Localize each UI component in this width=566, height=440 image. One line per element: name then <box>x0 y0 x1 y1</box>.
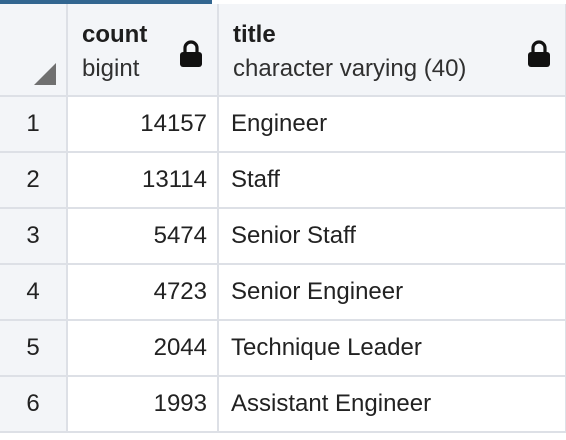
row-number[interactable]: 3 <box>0 208 68 265</box>
row-number[interactable]: 5 <box>0 320 68 377</box>
cell-title[interactable]: Assistant Engineer <box>218 376 566 433</box>
header-row: count bigint title character varying (40… <box>0 4 566 97</box>
results-grid: count bigint title character varying (40… <box>0 4 566 433</box>
lock-icon <box>180 40 202 67</box>
cell-count[interactable]: 14157 <box>67 96 219 153</box>
table-row[interactable]: 3 5474 Senior Staff <box>0 208 566 265</box>
cell-title[interactable]: Senior Staff <box>218 208 566 265</box>
cell-count[interactable]: 13114 <box>67 152 219 209</box>
table-row[interactable]: 2 13114 Staff <box>0 152 566 209</box>
lock-icon <box>528 40 550 67</box>
column-type: character varying (40) <box>233 55 467 82</box>
select-all-corner[interactable] <box>0 4 68 97</box>
row-number[interactable]: 1 <box>0 96 68 153</box>
cell-title[interactable]: Staff <box>218 152 566 209</box>
table-row[interactable]: 4 4723 Senior Engineer <box>0 264 566 321</box>
cell-count[interactable]: 4723 <box>67 264 219 321</box>
column-name: title <box>233 21 276 48</box>
cell-title[interactable]: Engineer <box>218 96 566 153</box>
table-row[interactable]: 5 2044 Technique Leader <box>0 320 566 377</box>
column-header-count[interactable]: count bigint <box>67 4 219 97</box>
row-number[interactable]: 4 <box>0 264 68 321</box>
column-header-title[interactable]: title character varying (40) <box>218 4 566 97</box>
table-row[interactable]: 6 1993 Assistant Engineer <box>0 376 566 433</box>
cell-count[interactable]: 1993 <box>67 376 219 433</box>
table-row[interactable]: 1 14157 Engineer <box>0 96 566 153</box>
corner-triangle-icon <box>34 63 56 85</box>
row-number[interactable]: 6 <box>0 376 68 433</box>
cell-count[interactable]: 2044 <box>67 320 219 377</box>
cell-title[interactable]: Technique Leader <box>218 320 566 377</box>
row-number[interactable]: 2 <box>0 152 68 209</box>
cell-count[interactable]: 5474 <box>67 208 219 265</box>
cell-title[interactable]: Senior Engineer <box>218 264 566 321</box>
